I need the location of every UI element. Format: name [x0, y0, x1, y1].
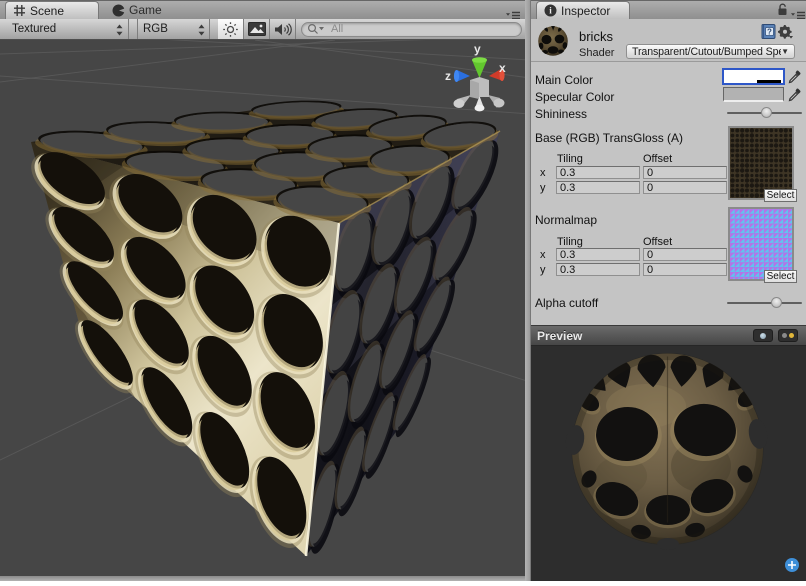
svg-text:y: y — [474, 42, 481, 56]
svg-text:z: z — [445, 69, 451, 83]
svg-text:x: x — [499, 61, 506, 75]
svg-text:?: ? — [767, 27, 772, 36]
